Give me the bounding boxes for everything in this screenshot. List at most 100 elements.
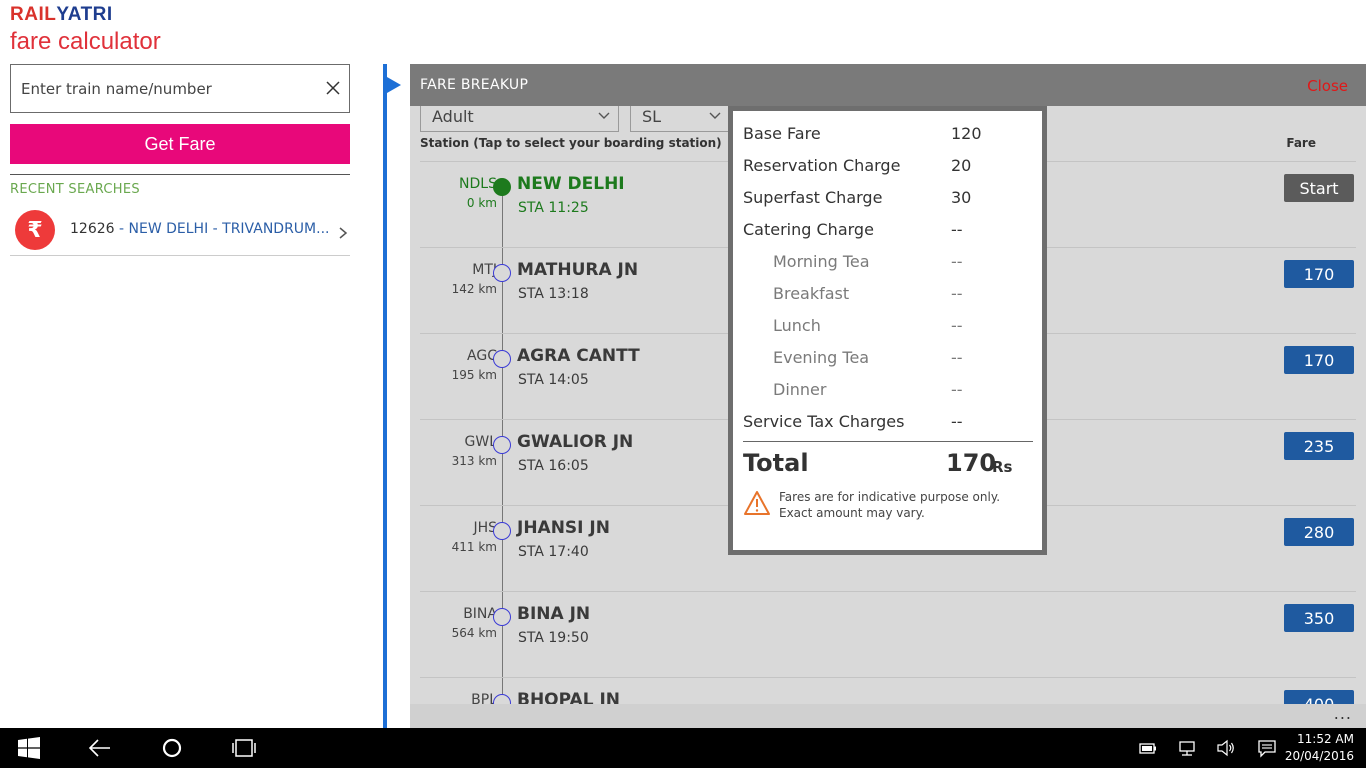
- passenger-type-value: Adult: [432, 107, 474, 126]
- breakup-subitem: Dinner --: [743, 380, 1033, 404]
- breakup-subitem: Lunch --: [743, 316, 1033, 340]
- splitter-arrow-icon[interactable]: [387, 77, 401, 93]
- cortana-icon[interactable]: [161, 737, 183, 759]
- breakup-label: Evening Tea: [773, 348, 870, 367]
- train-search-input[interactable]: [21, 65, 321, 112]
- train-search-box: [10, 64, 350, 113]
- breakup-label: Catering Charge: [743, 220, 874, 239]
- station-arrival: STA 16:05: [518, 458, 589, 474]
- breakup-label: Morning Tea: [773, 252, 870, 271]
- recent-route: NEW DELHI - TRIVANDRUM...: [128, 221, 330, 237]
- divider: [10, 174, 350, 175]
- windows-start-icon[interactable]: [18, 737, 40, 759]
- recent-search-text: 12626 - NEW DELHI - TRIVANDRUM...: [70, 221, 329, 237]
- station-dot: [493, 350, 511, 368]
- back-arrow-icon[interactable]: [88, 737, 112, 759]
- total-label: Total: [743, 449, 809, 477]
- railyatri-logo: RAIL YATRI: [10, 4, 113, 26]
- station-code: NDLS: [459, 176, 497, 192]
- station-name: BINA JN: [517, 604, 591, 624]
- recent-searches-label: RECENT SEARCHES: [10, 182, 140, 197]
- breakup-value: --: [951, 220, 963, 239]
- breakup-subitem: Morning Tea --: [743, 252, 1033, 276]
- station-dot: [493, 436, 511, 454]
- station-row[interactable]: BINA 564 km BINA JN STA 19:50 350: [420, 591, 1356, 677]
- recent-separator: -: [114, 221, 129, 237]
- warning-icon: [744, 491, 770, 515]
- station-distance: 313 km: [451, 454, 497, 468]
- pane-splitter[interactable]: [383, 64, 387, 728]
- station-arrival: STA 11:25: [518, 200, 589, 216]
- station-name: GWALIOR JN: [517, 432, 634, 452]
- breakup-item: Superfast Charge 30: [743, 188, 1033, 212]
- breakup-label: Reservation Charge: [743, 156, 901, 175]
- breakup-subitem: Breakfast --: [743, 284, 1033, 308]
- app-bar: ...: [410, 704, 1366, 728]
- breakup-label: Breakfast: [773, 284, 850, 303]
- fare-breakup-popup: Base Fare 120 Reservation Charge 20 Superfas…: [728, 106, 1047, 555]
- taskbar: 11:52 AM 20/04/2016: [0, 728, 1366, 768]
- fare-button[interactable]: 235: [1284, 432, 1354, 460]
- station-dot: [493, 522, 511, 540]
- breakup-value: --: [951, 316, 963, 335]
- clock-date: 20/04/2016: [1284, 749, 1354, 763]
- recent-search-item[interactable]: ₹ 12626 - NEW DELHI - TRIVANDRUM...: [10, 206, 350, 256]
- station-distance: 142 km: [451, 282, 497, 296]
- chevron-down-icon: [709, 112, 721, 119]
- more-options-button[interactable]: ...: [1334, 704, 1352, 723]
- close-button[interactable]: Close: [1307, 77, 1348, 95]
- breakup-value: 120: [951, 124, 982, 143]
- total-divider: [743, 441, 1033, 442]
- rupee-icon: ₹: [15, 210, 55, 250]
- station-code: GWL: [464, 434, 498, 450]
- station-distance: 195 km: [451, 368, 497, 382]
- breakup-value: --: [951, 284, 963, 303]
- total-unit: Rs: [992, 458, 1013, 476]
- network-icon[interactable]: [1177, 737, 1197, 759]
- station-distance: 0 km: [466, 196, 497, 210]
- logo-yatri-text: YATRI: [56, 4, 113, 25]
- app-title: fare calculator: [10, 28, 161, 55]
- fare-button[interactable]: 350: [1284, 604, 1354, 632]
- station-name: NEW DELHI: [517, 174, 625, 194]
- passenger-type-select[interactable]: Adult: [420, 106, 619, 132]
- station-name: MATHURA JN: [517, 260, 639, 280]
- station-name: AGRA CANTT: [517, 346, 640, 366]
- breakup-value: --: [951, 252, 963, 271]
- clear-icon[interactable]: [323, 78, 343, 98]
- station-dot: [493, 608, 511, 626]
- station-distance: 564 km: [451, 626, 497, 640]
- breakup-value: 30: [951, 188, 972, 207]
- fare-button[interactable]: 280: [1284, 518, 1354, 546]
- station-arrival: STA 17:40: [518, 544, 589, 560]
- action-center-icon[interactable]: [1257, 737, 1277, 759]
- breakup-item: Catering Charge --: [743, 220, 1033, 244]
- station-dot: [493, 264, 511, 282]
- breakup-item: Base Fare 120: [743, 124, 1033, 148]
- start-button[interactable]: Start: [1284, 174, 1354, 202]
- breakup-value: --: [951, 348, 963, 367]
- station-code: BINA: [463, 606, 497, 622]
- fare-button[interactable]: 170: [1284, 346, 1354, 374]
- get-fare-button[interactable]: Get Fare: [10, 124, 350, 164]
- travel-class-value: SL: [642, 107, 662, 126]
- fare-button[interactable]: 170: [1284, 260, 1354, 288]
- chevron-right-icon: [339, 227, 348, 239]
- clock-time: 11:52 AM: [1297, 732, 1354, 746]
- battery-icon[interactable]: [1138, 737, 1158, 759]
- recent-train-number: 12626: [70, 221, 115, 237]
- station-dot-selected: [493, 178, 511, 196]
- breakup-label: Service Tax Charges: [743, 412, 905, 431]
- task-view-icon[interactable]: [231, 737, 257, 759]
- disclaimer-text: Fares are for indicative purpose only. E…: [779, 490, 1001, 520]
- fare-breakup-title: FARE BREAKUP: [420, 77, 529, 93]
- clock[interactable]: 11:52 AM 20/04/2016: [1285, 731, 1354, 765]
- breakup-value: --: [951, 412, 963, 431]
- breakup-value: 20: [951, 156, 972, 175]
- total-value: 170: [946, 449, 997, 477]
- travel-class-select[interactable]: SL: [630, 106, 730, 132]
- volume-icon[interactable]: [1216, 737, 1236, 759]
- fare-column-header: Fare: [1286, 136, 1316, 150]
- station-column-header: Station (Tap to select your boarding sta…: [420, 136, 722, 150]
- breakup-label: Base Fare: [743, 124, 821, 143]
